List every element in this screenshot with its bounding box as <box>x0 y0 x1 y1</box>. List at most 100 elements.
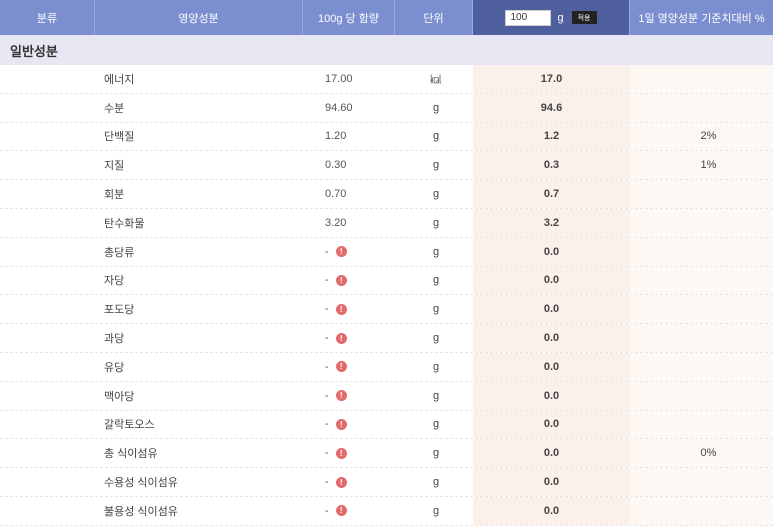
daily-percent: 0% <box>630 439 773 468</box>
warning-icon[interactable]: ! <box>335 303 347 315</box>
amount-value: 3.20 <box>325 216 347 229</box>
calculated-amount: 0.0 <box>473 439 630 468</box>
warning-icon[interactable]: ! <box>335 332 347 344</box>
unit-cell: g <box>432 418 440 431</box>
amount-per-100g: 3.20 <box>303 209 395 237</box>
amount-value: - <box>325 447 329 460</box>
amount-per-100g: -! <box>303 497 395 525</box>
amount-per-100g: -! <box>303 468 395 496</box>
row-category <box>0 267 95 295</box>
daily-percent <box>630 266 773 295</box>
amount-value: - <box>325 418 329 431</box>
daily-percent <box>630 93 773 122</box>
daily-percent <box>630 410 773 439</box>
warning-icon[interactable]: ! <box>335 418 347 430</box>
calculated-amount: 0.0 <box>473 410 630 439</box>
apply-button[interactable]: 적용 <box>571 11 597 24</box>
row-category <box>0 65 95 93</box>
table-row: 불용성 식이섬유 -! g 0.0 <box>0 496 773 526</box>
row-category <box>0 382 95 410</box>
unit-cell: g <box>432 159 440 172</box>
nutrition-table: 분류 영양성분 100g 당 함량 단위 g 적용 1일 영양성분 기준치대비 … <box>0 0 773 526</box>
calculated-amount: 0.0 <box>473 381 630 410</box>
amount-per-100g: 1.20 <box>303 123 395 151</box>
warning-icon[interactable]: ! <box>335 274 347 286</box>
amount-value: - <box>325 389 329 402</box>
amount-value: - <box>325 245 329 258</box>
nutrient-name: 회분 <box>104 189 125 202</box>
amount-unit-label: g <box>557 11 564 24</box>
table-body: 에너지 17.00 ㎉ 17.0 수분 94.60 g 94.6 단백질 1.20 g 1.2 2% 지질… <box>0 65 773 526</box>
amount-value: - <box>325 303 329 316</box>
amount-per-100g: -! <box>303 382 395 410</box>
daily-percent <box>630 352 773 381</box>
calculated-amount: 1.2 <box>473 122 630 151</box>
table-row: 맥아당 -! g 0.0 <box>0 381 773 411</box>
row-category <box>0 353 95 381</box>
amount-value: - <box>325 274 329 287</box>
unit-cell: g <box>432 274 440 287</box>
amount-value: - <box>325 332 329 345</box>
table-header: 분류 영양성분 100g 당 함량 단위 g 적용 1일 영양성분 기준치대비 … <box>0 0 773 35</box>
warning-icon[interactable]: ! <box>335 447 347 459</box>
row-category <box>0 439 95 467</box>
nutrient-name: 수분 <box>104 102 125 115</box>
nutrient-name: 불용성 식이섬유 <box>104 505 178 518</box>
calculated-amount: 0.0 <box>473 496 630 525</box>
unit-cell: g <box>432 188 440 201</box>
warning-icon[interactable]: ! <box>335 361 347 373</box>
daily-percent: 2% <box>630 122 773 151</box>
unit-cell: g <box>432 332 440 345</box>
unit-cell: g <box>432 303 440 316</box>
nutrient-name: 수용성 식이섬유 <box>104 477 178 490</box>
unit-cell: g <box>432 504 440 517</box>
row-category <box>0 324 95 352</box>
table-row: 과당 -! g 0.0 <box>0 324 773 353</box>
amount-per-100g: -! <box>303 295 395 323</box>
row-category <box>0 123 95 151</box>
warning-icon[interactable]: ! <box>335 390 347 402</box>
unit-cell: g <box>432 476 440 489</box>
amount-per-100g: 17.00 <box>303 65 395 93</box>
warning-icon[interactable]: ! <box>335 476 347 488</box>
nutrient-name: 단백질 <box>104 131 135 144</box>
amount-per-100g: -! <box>303 324 395 352</box>
warning-icon[interactable]: ! <box>335 246 347 258</box>
daily-percent <box>630 324 773 352</box>
nutrient-name: 과당 <box>104 333 125 346</box>
daily-percent <box>630 237 773 266</box>
nutrient-name: 포도당 <box>104 304 135 317</box>
amount-per-100g: 0.30 <box>303 151 395 179</box>
calculated-amount: 0.0 <box>473 352 630 381</box>
amount-value: - <box>325 360 329 373</box>
row-category <box>0 94 95 122</box>
amount-value: 1.20 <box>325 130 347 143</box>
warning-icon[interactable]: ! <box>335 505 347 517</box>
table-row: 수분 94.60 g 94.6 <box>0 93 773 123</box>
table-row: 회분 0.70 g 0.7 <box>0 180 773 209</box>
daily-percent <box>630 381 773 410</box>
row-category <box>0 151 95 179</box>
table-row: 지질 0.30 g 0.3 1% <box>0 151 773 181</box>
daily-percent <box>630 65 773 93</box>
daily-percent: 1% <box>630 151 773 180</box>
nutrient-name: 갈락토오스 <box>104 419 155 432</box>
daily-percent <box>630 468 773 496</box>
header-daily-percent: 1일 영양성분 기준치대비 % <box>638 12 765 25</box>
amount-value: 0.30 <box>325 159 347 172</box>
calculated-amount: 0.3 <box>473 151 630 180</box>
amount-control: g 적용 <box>473 0 630 35</box>
amount-per-100g: -! <box>303 411 395 439</box>
nutrient-name: 총 식이섬유 <box>104 448 158 461</box>
calculated-amount: 94.6 <box>473 93 630 122</box>
amount-input[interactable] <box>505 9 552 26</box>
nutrient-name: 유당 <box>104 361 125 374</box>
daily-percent <box>630 208 773 237</box>
unit-cell: g <box>432 101 440 114</box>
daily-percent <box>630 180 773 208</box>
nutrient-name: 탄수화물 <box>104 217 145 230</box>
unit-cell: g <box>432 389 440 402</box>
table-row: 총당류 -! g 0.0 <box>0 237 773 267</box>
table-row: 갈락토오스 -! g 0.0 <box>0 410 773 440</box>
unit-cell: g <box>432 216 440 229</box>
